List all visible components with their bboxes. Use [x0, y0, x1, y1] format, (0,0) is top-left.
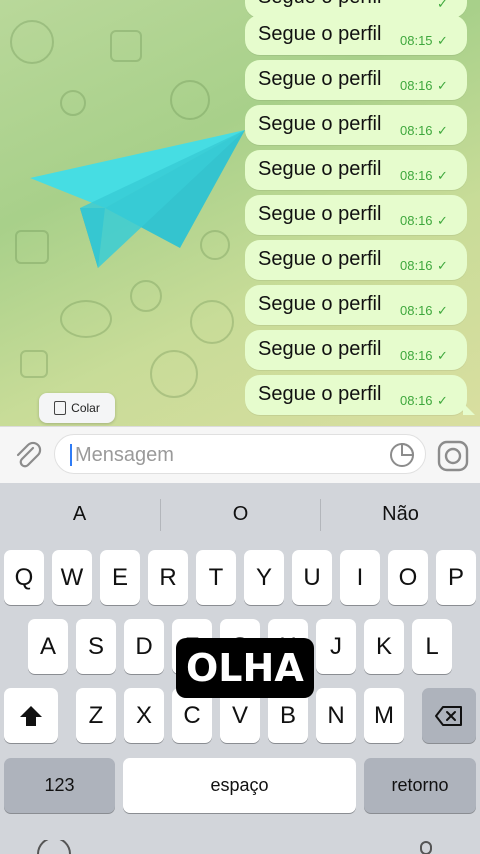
doodle: [10, 20, 54, 64]
message-text: Segue o perfil: [258, 23, 382, 45]
key-a[interactable]: A: [28, 619, 68, 674]
key-k[interactable]: K: [364, 619, 404, 674]
doodle: [130, 280, 162, 312]
read-check-icon: ✓: [437, 0, 448, 11]
key-e[interactable]: E: [100, 550, 140, 605]
suggestion-item[interactable]: Não: [321, 483, 480, 545]
doodle: [170, 80, 210, 120]
key-y[interactable]: Y: [244, 550, 284, 605]
clipboard-icon: [54, 401, 67, 415]
paste-button[interactable]: Colar: [39, 393, 115, 423]
message-input[interactable]: [73, 441, 377, 469]
key-r[interactable]: R: [148, 550, 188, 605]
key-n[interactable]: N: [316, 688, 356, 743]
message-text: Segue o perfil: [258, 338, 382, 360]
read-check-icon: ✓: [437, 213, 448, 228]
doodle: [110, 30, 142, 62]
key-m[interactable]: M: [364, 688, 404, 743]
paste-label: Colar: [71, 401, 100, 415]
doodle: [150, 350, 198, 398]
message-bubble[interactable]: Segue o perfil 08:16 ✓: [245, 240, 467, 280]
suggestion-item[interactable]: O: [161, 483, 320, 545]
read-check-icon: ✓: [437, 393, 448, 408]
space-key[interactable]: espaço: [123, 758, 356, 813]
read-check-icon: ✓: [437, 123, 448, 138]
read-check-icon: ✓: [437, 78, 448, 93]
key-x[interactable]: X: [124, 688, 164, 743]
message-bubble[interactable]: Segue o perfil 08:15 ✓: [245, 15, 467, 55]
message-field[interactable]: [54, 434, 426, 474]
doodle: [20, 350, 48, 378]
read-check-icon: ✓: [437, 348, 448, 363]
doodle: [190, 300, 234, 344]
backspace-key[interactable]: [422, 688, 476, 743]
caption-overlay: OLHA: [176, 638, 314, 698]
return-key[interactable]: retorno: [364, 758, 476, 813]
message-text: Segue o perfil: [258, 113, 382, 135]
doodle: [60, 300, 112, 338]
key-p[interactable]: P: [436, 550, 476, 605]
message-bubble[interactable]: Segue o perfil 08:16 ✓: [245, 285, 467, 325]
message-time: 08:16: [400, 303, 433, 318]
message-time: 08:16: [400, 123, 433, 138]
paper-plane-icon: [30, 130, 245, 268]
message-input-bar: [0, 426, 480, 483]
message-bubble[interactable]: Segue o perfil 08:16 ✓: [245, 105, 467, 145]
key-u[interactable]: U: [292, 550, 332, 605]
message-time: 08:16: [400, 168, 433, 183]
doodle: [60, 90, 86, 116]
message-text: Segue o perfil: [258, 383, 382, 405]
message-text: Segue o perfil: [258, 0, 381, 9]
message-bubble[interactable]: Segue o perfil 08:16 ✓: [245, 195, 467, 235]
message-time: 08:15: [400, 33, 433, 48]
shift-key[interactable]: [4, 688, 58, 743]
chat-background: Segue o perfil ✓ Segue o perfil 08:15 ✓ …: [0, 0, 480, 426]
message-bubble[interactable]: Segue o perfil 08:16 ✓: [245, 60, 467, 100]
sticker-icon[interactable]: [389, 442, 415, 468]
read-check-icon: ✓: [437, 168, 448, 183]
message-time: 08:16: [400, 78, 433, 93]
key-l[interactable]: L: [412, 619, 452, 674]
read-check-icon: ✓: [437, 303, 448, 318]
message-bubble[interactable]: Segue o perfil 08:16 ✓: [245, 150, 467, 190]
suggestion-item[interactable]: A: [0, 483, 159, 545]
key-z[interactable]: Z: [76, 688, 116, 743]
text-cursor: [70, 444, 72, 466]
key-q[interactable]: Q: [4, 550, 44, 605]
message-time: 08:16: [400, 393, 433, 408]
suggestion-bar: A O Não: [0, 483, 480, 545]
key-d[interactable]: D: [124, 619, 164, 674]
message-text: Segue o perfil: [258, 158, 382, 180]
key-t[interactable]: T: [196, 550, 236, 605]
microphone-icon[interactable]: [420, 841, 432, 854]
camera-icon[interactable]: [436, 439, 470, 473]
shift-icon: [20, 705, 42, 726]
paperclip-icon[interactable]: [11, 439, 43, 471]
key-w[interactable]: W: [52, 550, 92, 605]
message-bubble[interactable]: Segue o perfil 08:16 ✓: [245, 375, 475, 415]
message-time: 08:16: [400, 348, 433, 363]
message-text: Segue o perfil: [258, 248, 382, 270]
message-bubble[interactable]: Segue o perfil 08:16 ✓: [245, 330, 467, 370]
key-o[interactable]: O: [388, 550, 428, 605]
message-text: Segue o perfil: [258, 68, 382, 90]
message-text: Segue o perfil: [258, 293, 382, 315]
key-i[interactable]: I: [340, 550, 380, 605]
numbers-key[interactable]: 123: [4, 758, 115, 813]
read-check-icon: ✓: [437, 33, 448, 48]
read-check-icon: ✓: [437, 258, 448, 273]
message-time: 08:16: [400, 213, 433, 228]
message-text: Segue o perfil: [258, 203, 382, 225]
globe-icon[interactable]: [37, 840, 71, 854]
bottom-bar: [37, 840, 432, 854]
key-s[interactable]: S: [76, 619, 116, 674]
message-time: 08:16: [400, 258, 433, 273]
backspace-icon: [435, 705, 462, 726]
key-j[interactable]: J: [316, 619, 356, 674]
